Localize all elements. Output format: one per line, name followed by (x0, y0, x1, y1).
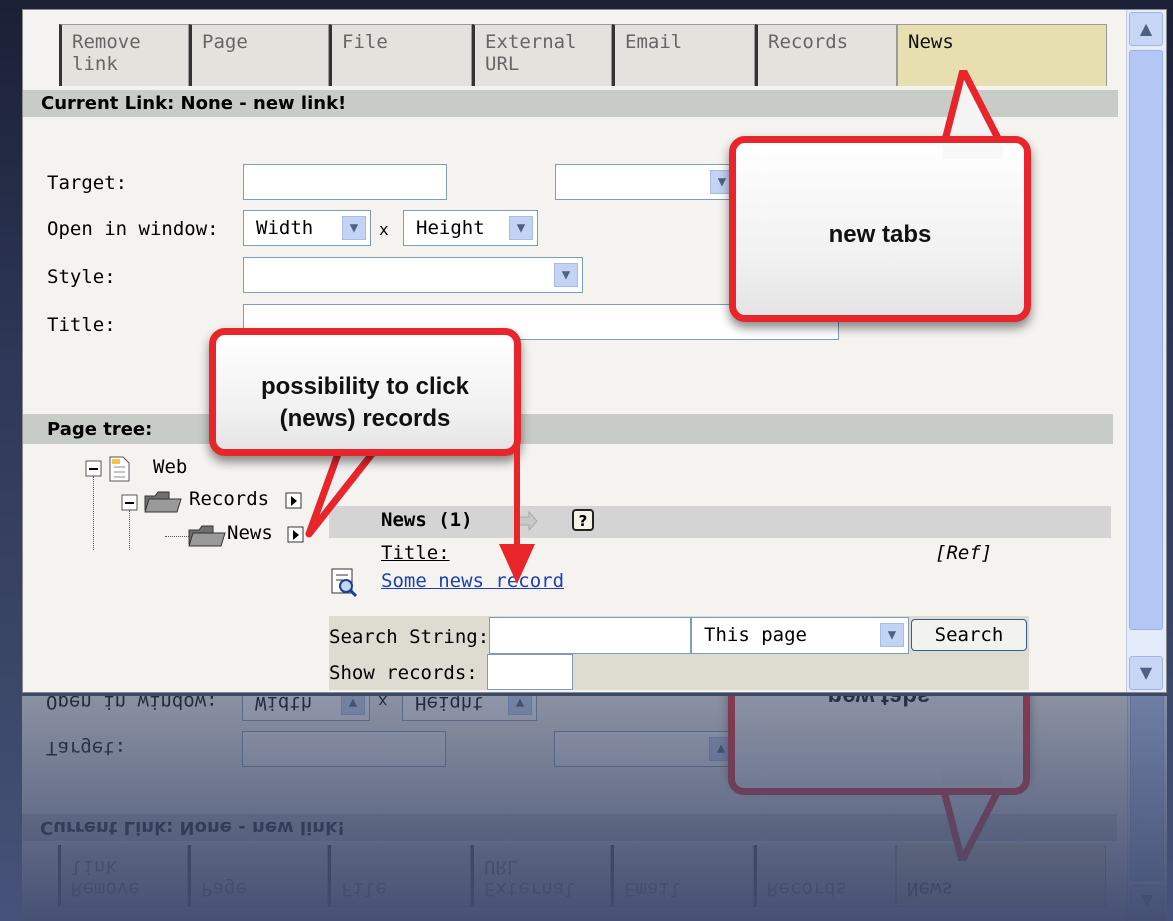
tree-node-news[interactable]: News (227, 522, 273, 544)
red-arrow-icon (499, 440, 535, 584)
reflection-fade (22, 696, 1167, 921)
link-browser-window: Remove link Page File External URL Email R… (22, 9, 1167, 693)
vertical-scrollbar[interactable]: ▲ ▼ (1126, 10, 1166, 692)
chevron-down-icon: ▼ (342, 216, 366, 240)
title-label: Title: (47, 314, 116, 336)
chevron-down-icon: ▼ (880, 623, 904, 647)
scroll-down-icon[interactable]: ▼ (1129, 656, 1163, 690)
callout-click-records: possibility to click (news) records (209, 328, 521, 456)
callout-new-tabs: new tabs (729, 136, 1031, 322)
tree-connector (93, 476, 94, 550)
tab-page[interactable]: Page (189, 24, 329, 86)
show-records-label: Show records: (329, 662, 478, 684)
chevron-down-icon: ▼ (509, 216, 533, 240)
tree-node-webpage[interactable]: Web (153, 456, 187, 478)
tree-node-records[interactable]: Records (189, 488, 269, 510)
collapse-icon[interactable] (121, 494, 139, 512)
search-scope-value: This page (704, 624, 807, 646)
show-records-input[interactable] (487, 654, 573, 690)
width-value: Width (256, 217, 314, 239)
tab-remove-link[interactable]: Remove link (59, 24, 189, 86)
reflection: Removelink Page File ExternalURL Email R… (22, 696, 1167, 921)
times-sign: x (379, 220, 389, 239)
tab-records[interactable]: Records (755, 24, 897, 86)
tree-connector (129, 510, 130, 550)
search-button[interactable]: Search (911, 619, 1027, 651)
tab-file[interactable]: File (329, 24, 472, 86)
help-icon[interactable]: ? (571, 508, 597, 534)
news-record-icon (331, 568, 358, 598)
width-select[interactable]: Width ▼ (243, 210, 371, 246)
svg-text:?: ? (579, 512, 588, 530)
column-ref[interactable]: [Ref] (935, 542, 992, 564)
height-value: Height (416, 217, 485, 239)
news-records-header: News (1) ? (329, 506, 1111, 538)
callout-joint (943, 145, 1003, 159)
style-select[interactable]: ▼ (243, 257, 583, 293)
tab-external-url[interactable]: External URL (472, 24, 612, 86)
folder-icon (144, 491, 182, 513)
chevron-down-icon: ▼ (554, 263, 578, 287)
target-label: Target: (47, 172, 128, 194)
page-tree-header: Page tree: (23, 414, 1113, 444)
search-input[interactable] (489, 617, 691, 654)
height-select[interactable]: Height ▼ (403, 210, 538, 246)
tab-email[interactable]: Email (612, 24, 755, 86)
scrollbar-thumb[interactable] (1129, 50, 1163, 630)
target-select[interactable]: ▼ (555, 164, 739, 200)
open-in-window-label: Open in window: (47, 218, 219, 240)
collapse-icon[interactable] (85, 460, 103, 478)
folder-icon (188, 525, 226, 547)
target-input[interactable] (243, 164, 447, 200)
search-scope-select[interactable]: This page ▼ (691, 617, 909, 654)
scroll-up-icon[interactable]: ▲ (1129, 12, 1163, 46)
style-label: Style: (47, 266, 116, 288)
page-icon (109, 456, 130, 482)
column-title[interactable]: Title: (381, 542, 450, 564)
search-string-label: Search String: (329, 626, 490, 648)
